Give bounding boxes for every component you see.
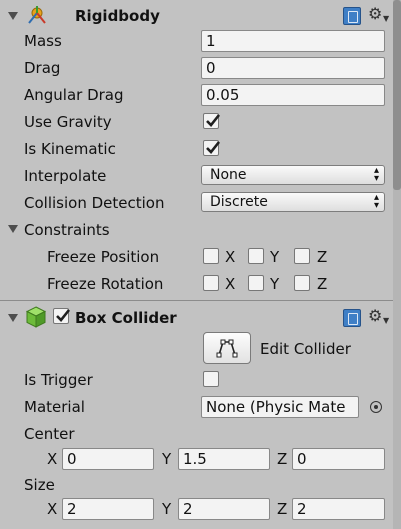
drag-label: Drag [24, 59, 61, 77]
freeze-rotation-y-checkbox[interactable] [248, 275, 264, 291]
checkmark-icon [206, 114, 221, 127]
center-y-field[interactable]: 1.5 [178, 448, 270, 470]
center-y-label: Y [162, 450, 172, 468]
freeze-rotation-label: Freeze Rotation [47, 275, 164, 293]
edit-collider-label: Edit Collider [260, 340, 351, 358]
gear-menu-caret-icon[interactable]: ▼ [383, 14, 389, 23]
gear-icon[interactable]: ⚙ [368, 306, 382, 325]
vertical-scrollbar[interactable] [393, 0, 401, 529]
edit-collider-button[interactable] [203, 332, 251, 364]
help-book-icon[interactable] [343, 7, 361, 25]
freeze-position-x-checkbox[interactable] [203, 248, 219, 264]
freeze-position-x-label: X [225, 248, 236, 266]
gear-icon[interactable]: ⚙ [368, 4, 382, 23]
freeze-rotation-z-checkbox[interactable] [294, 275, 310, 291]
use-gravity-checkbox[interactable] [203, 113, 221, 129]
component-separator [0, 300, 393, 301]
center-z-label: Z [277, 450, 288, 468]
center-x-field[interactable]: 0 [62, 448, 154, 470]
use-gravity-label: Use Gravity [24, 113, 112, 131]
is-kinematic-label: Is Kinematic [24, 140, 116, 158]
collision-detection-value: Discrete [210, 194, 268, 210]
checkmark-icon [56, 309, 71, 322]
interpolate-value: None [210, 167, 247, 183]
size-x-field[interactable]: 2 [62, 498, 154, 520]
size-z-field[interactable]: 2 [292, 498, 385, 520]
size-y-field[interactable]: 2 [178, 498, 270, 520]
rigidbody-icon [26, 5, 48, 29]
size-y-label: Y [162, 500, 172, 518]
freeze-position-z-checkbox[interactable] [294, 248, 310, 264]
freeze-rotation-x-checkbox[interactable] [203, 275, 219, 291]
size-x-label: X [47, 500, 58, 518]
freeze-rotation-z-label: Z [317, 275, 328, 293]
is-trigger-checkbox[interactable] [203, 371, 219, 387]
object-picker-icon[interactable] [370, 401, 382, 413]
drag-field[interactable]: 0 [201, 57, 385, 79]
freeze-position-y-label: Y [270, 248, 280, 266]
is-trigger-label: Is Trigger [24, 371, 93, 389]
is-kinematic-checkbox[interactable] [203, 140, 221, 156]
freeze-position-z-label: Z [317, 248, 328, 266]
rigidbody-header[interactable]: Rigidbody ⚙ ▼ [0, 2, 393, 30]
size-label: Size [24, 476, 55, 494]
help-book-icon[interactable] [343, 309, 361, 327]
constraints-label[interactable]: Constraints [24, 221, 110, 239]
constraints-foldout-icon[interactable] [8, 225, 18, 233]
box-collider-title: Box Collider [75, 309, 177, 327]
gear-menu-caret-icon[interactable]: ▼ [383, 316, 389, 325]
interpolate-dropdown[interactable]: None ▴ ▾ [201, 165, 385, 185]
interpolate-label: Interpolate [24, 167, 107, 185]
collision-detection-dropdown[interactable]: Discrete ▴ ▾ [201, 192, 385, 212]
freeze-position-label: Freeze Position [47, 248, 160, 266]
material-field[interactable]: None (Physic Mate [201, 396, 359, 418]
foldout-arrow-icon[interactable] [8, 12, 18, 20]
box-collider-icon [25, 306, 47, 332]
mass-field[interactable]: 1 [201, 30, 385, 52]
angular-drag-field[interactable]: 0.05 [201, 84, 385, 106]
dropdown-arrows-icon: ▴ ▾ [373, 165, 379, 184]
checkmark-icon [206, 141, 221, 154]
center-x-label: X [47, 450, 58, 468]
rigidbody-title: Rigidbody [75, 7, 160, 25]
center-z-field[interactable]: 0 [292, 448, 385, 470]
mass-label: Mass [24, 32, 62, 50]
inspector-panel: Rigidbody ⚙ ▼ Mass 1 Drag 0 Angular Drag… [0, 0, 401, 529]
material-label: Material [24, 398, 85, 416]
size-z-label: Z [277, 500, 288, 518]
box-collider-header[interactable]: Box Collider ⚙ ▼ [0, 304, 393, 332]
collision-detection-label: Collision Detection [24, 194, 165, 212]
freeze-rotation-y-label: Y [270, 275, 280, 293]
dropdown-arrows-icon: ▴ ▾ [373, 192, 379, 211]
angular-drag-label: Angular Drag [24, 86, 124, 104]
edit-collider-icon [216, 339, 238, 358]
scrollbar-thumb[interactable] [393, 0, 401, 190]
freeze-rotation-x-label: X [225, 275, 236, 293]
freeze-position-y-checkbox[interactable] [248, 248, 264, 264]
foldout-arrow-icon[interactable] [8, 314, 18, 322]
center-label: Center [24, 425, 75, 443]
box-collider-enabled-checkbox[interactable] [53, 308, 71, 324]
